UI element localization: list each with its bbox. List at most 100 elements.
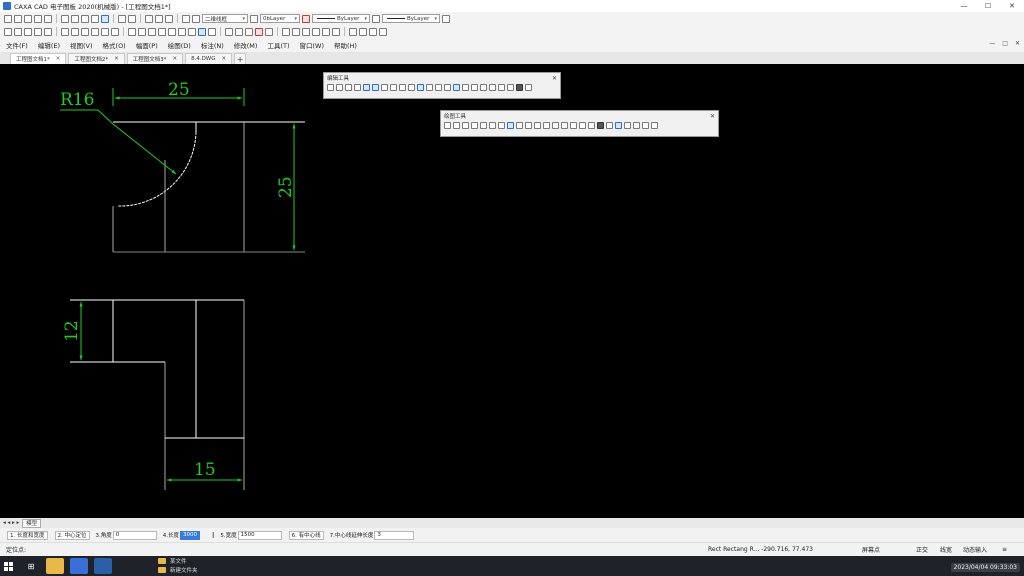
menu-edit[interactable]: 编辑(E): [38, 40, 60, 50]
desktop-file-1[interactable]: 某文件: [158, 557, 187, 565]
align-icon[interactable]: [471, 84, 478, 91]
offset-icon[interactable]: [444, 84, 451, 91]
customize-icon[interactable]: ≡: [1002, 546, 1007, 553]
caxa-taskbar-icon[interactable]: [70, 558, 88, 574]
new-file-icon[interactable]: [4, 14, 12, 23]
rectangle-icon[interactable]: [507, 122, 514, 129]
pan-icon[interactable]: [322, 27, 330, 36]
draw-tools-header[interactable]: 绘图工具 ✕: [441, 111, 718, 121]
match-properties-icon[interactable]: [155, 14, 163, 23]
tab-model[interactable]: 模型: [22, 518, 42, 528]
spline-tool-icon[interactable]: [71, 27, 79, 36]
table-tool-icon[interactable]: [44, 27, 52, 36]
tab-document-3[interactable]: 工程图文档3* ✕: [126, 53, 184, 64]
doc-restore-button[interactable]: □: [1002, 40, 1008, 47]
tab-close-icon[interactable]: ✕: [222, 56, 227, 62]
tab-close-icon[interactable]: ✕: [56, 56, 61, 62]
menu-file[interactable]: 文件(F): [6, 40, 28, 50]
block-edit-icon[interactable]: [516, 84, 523, 91]
explode-icon[interactable]: [462, 84, 469, 91]
break-tool-icon[interactable]: [208, 27, 216, 36]
wave-line-icon[interactable]: [588, 122, 595, 129]
lock-icon[interactable]: [192, 14, 200, 23]
close-icon[interactable]: ✕: [552, 75, 557, 82]
rectangle-tool-icon[interactable]: [81, 27, 89, 36]
snap-mode-button[interactable]: 屏幕点: [862, 545, 880, 554]
paste-special-icon[interactable]: [91, 14, 99, 23]
drawing-canvas[interactable]: R16 25 25 12 15 编辑工具 ✕ 绘图工具 ✕: [0, 64, 1024, 518]
tab-close-icon[interactable]: ✕: [172, 56, 177, 62]
parallel-line-icon[interactable]: [453, 122, 460, 129]
array-tool-icon[interactable]: [198, 27, 206, 36]
ring-icon[interactable]: [552, 122, 559, 129]
scale-icon[interactable]: [381, 84, 388, 91]
menu-view[interactable]: 视图(V): [70, 40, 93, 50]
move-icon[interactable]: [336, 84, 343, 91]
menu-window[interactable]: 窗口(W): [299, 40, 324, 50]
ucs-combo[interactable]: 二维线框 ▾: [202, 14, 248, 23]
task-view-icon[interactable]: ⊞: [22, 558, 40, 574]
trim-icon[interactable]: [399, 84, 406, 91]
centerline-icon[interactable]: [525, 122, 532, 129]
array-icon[interactable]: [372, 84, 379, 91]
menu-sheet[interactable]: 幅面(P): [136, 40, 158, 50]
dynamic-input-toggle[interactable]: 动态输入: [963, 545, 987, 554]
zoom-window-icon[interactable]: [302, 27, 310, 36]
settings-icon[interactable]: [379, 27, 387, 36]
copy-icon[interactable]: [345, 84, 352, 91]
group-icon[interactable]: [498, 84, 505, 91]
redo-icon[interactable]: [128, 14, 136, 23]
block-insert-icon[interactable]: [624, 122, 631, 129]
file-explorer-icon[interactable]: [46, 558, 64, 574]
chamfer-icon[interactable]: [435, 84, 442, 91]
undo-icon[interactable]: [118, 14, 126, 23]
polyline-icon[interactable]: [534, 122, 541, 129]
rotate-icon[interactable]: [354, 84, 361, 91]
block-icon[interactable]: [369, 27, 377, 36]
ungroup-icon[interactable]: [507, 84, 514, 91]
fillet-icon[interactable]: [426, 84, 433, 91]
offset-tool-icon[interactable]: [111, 27, 119, 36]
centerline-tool-icon[interactable]: [101, 27, 109, 36]
chamfer-tool-icon[interactable]: [188, 27, 196, 36]
app-taskbar-icon[interactable]: [94, 558, 112, 574]
polyline-tool-icon[interactable]: [14, 27, 22, 36]
gradient-icon[interactable]: [570, 122, 577, 129]
start-button[interactable]: [0, 556, 16, 576]
width-input[interactable]: 1500: [237, 530, 282, 540]
tab-close-icon[interactable]: ✕: [114, 56, 119, 62]
tolerance-tool-icon[interactable]: [235, 27, 243, 36]
length-input[interactable]: 3000: [180, 530, 200, 540]
lengthen-icon[interactable]: [480, 84, 487, 91]
arc-icon[interactable]: [471, 122, 478, 129]
tab-document-1[interactable]: 工程图文档1* ✕: [10, 53, 67, 64]
doc-close-button[interactable]: ✕: [1015, 40, 1020, 47]
mirror-icon[interactable]: [363, 84, 370, 91]
match-icon[interactable]: [525, 84, 532, 91]
spline-icon[interactable]: [480, 122, 487, 129]
circle-tool-icon[interactable]: [24, 27, 32, 36]
extend-length-input[interactable]: 3: [374, 530, 415, 540]
linetype-combo[interactable]: ByLayer ▾: [382, 14, 440, 23]
layer-combo[interactable]: 0bLayer ▾: [260, 14, 300, 23]
menu-modify[interactable]: 修改(M): [234, 40, 258, 50]
ellipse-icon[interactable]: [498, 122, 505, 129]
print-icon[interactable]: [44, 14, 52, 23]
balloon-tool-icon[interactable]: [265, 27, 273, 36]
zoom-previous-icon[interactable]: [332, 27, 340, 36]
roughness-tool-icon[interactable]: [245, 27, 253, 36]
save-as-icon[interactable]: [34, 14, 42, 23]
equidistant-icon[interactable]: [543, 122, 550, 129]
edit-tools-panel[interactable]: 编辑工具 ✕: [323, 72, 561, 99]
revision-cloud-icon[interactable]: [651, 122, 658, 129]
menu-dimension[interactable]: 标注(N): [201, 40, 224, 50]
break-icon[interactable]: [417, 84, 424, 91]
edit-tools-header[interactable]: 编辑工具 ✕: [324, 73, 560, 83]
close-icon[interactable]: ✕: [710, 113, 715, 120]
rotate-tool-icon[interactable]: [138, 27, 146, 36]
delete-icon[interactable]: [101, 14, 109, 23]
line-tool-icon[interactable]: [4, 27, 12, 36]
scale-tool-icon[interactable]: [148, 27, 156, 36]
extend-icon[interactable]: [408, 84, 415, 91]
menu-draw[interactable]: 绘图(D): [168, 40, 191, 50]
